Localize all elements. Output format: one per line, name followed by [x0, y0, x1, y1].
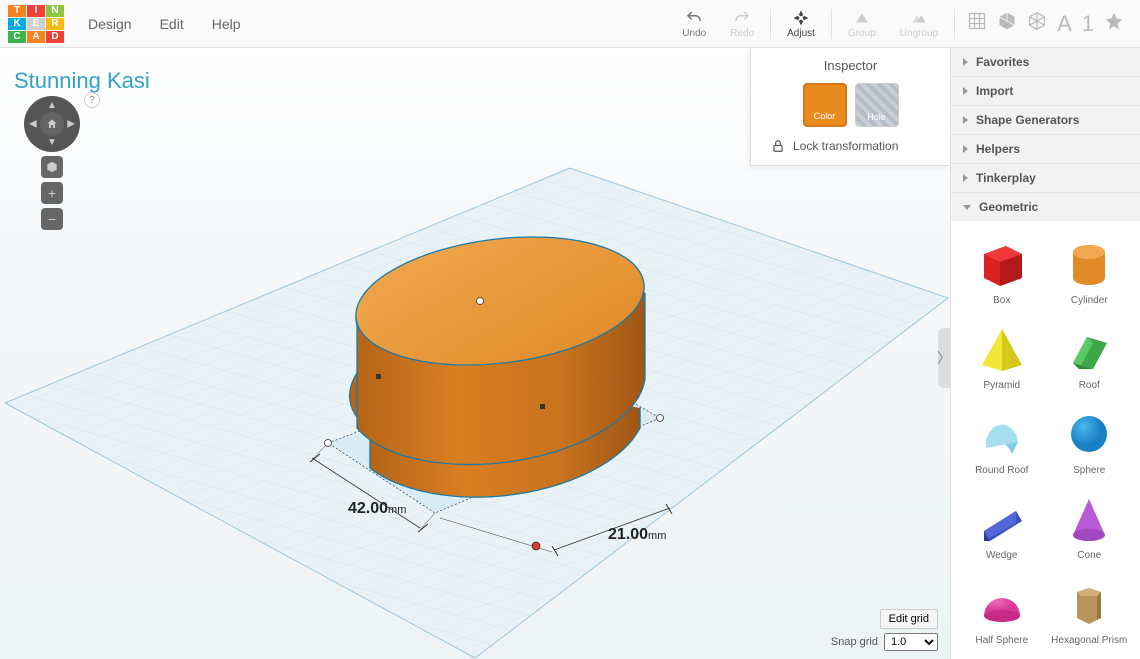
shape-half-sphere-label: Half Sphere [975, 635, 1028, 646]
shape-round-roof[interactable]: Round Roof [961, 401, 1043, 480]
shape-hex-prism-label: Hexagonal Prism [1051, 635, 1127, 646]
redo-icon [733, 8, 751, 28]
panel-favorites-label: Favorites [976, 55, 1029, 69]
dim-width-unit: mm [388, 504, 406, 516]
main-menu: Design Edit Help [74, 10, 255, 38]
shape-hexagonal-prism[interactable]: Hexagonal Prism [1049, 571, 1131, 650]
shape-box-label: Box [993, 295, 1010, 306]
panel-helpers-label: Helpers [976, 142, 1020, 156]
shape-sphere-label: Sphere [1073, 465, 1105, 476]
undo-button[interactable]: Undo [670, 4, 718, 43]
snap-grid-label: Snap grid [831, 636, 878, 648]
grid-controls: Edit grid Snap grid 1.0 [831, 609, 938, 651]
canvas[interactable]: Stunning Kasi ▲ ▼ ◀ ▶ ? + − [0, 48, 950, 659]
main-area: Stunning Kasi ▲ ▼ ◀ ▶ ? + − [0, 48, 1140, 659]
menu-edit[interactable]: Edit [146, 10, 198, 38]
shape-cone-label: Cone [1077, 550, 1101, 561]
redo-button[interactable]: Redo [718, 4, 766, 43]
logo[interactable]: T I N K E R C A D [8, 5, 64, 43]
panel-tinkerplay-label: Tinkerplay [976, 171, 1036, 185]
pyramid-icon [972, 320, 1032, 376]
dimension-depth[interactable]: 21.00mm [608, 526, 666, 544]
dim-depth-value: 21.00 [608, 526, 648, 543]
edit-grid-button[interactable]: Edit grid [880, 609, 938, 629]
lock-label: Lock transformation [793, 139, 898, 153]
round-roof-icon [972, 405, 1032, 461]
dim-depth-unit: mm [648, 530, 666, 542]
shape-roof[interactable]: Roof [1049, 316, 1131, 395]
sidebar-collapse-handle[interactable]: 〉 [938, 328, 950, 388]
star-icon[interactable] [1104, 11, 1124, 36]
group-button[interactable]: Group [836, 4, 888, 43]
roof-icon [1059, 320, 1119, 376]
redo-label: Redo [730, 28, 754, 39]
menubar: T I N K E R C A D Design Edit Help Undo … [0, 0, 1140, 48]
panel-geometric-label: Geometric [979, 200, 1038, 214]
shape-half-sphere[interactable]: Half Sphere [961, 571, 1043, 650]
wire-view-icon[interactable] [1027, 11, 1047, 36]
lock-transformation[interactable]: Lock transformation [763, 139, 938, 153]
menu-help[interactable]: Help [198, 10, 255, 38]
cylinder-icon [1059, 235, 1119, 291]
half-sphere-icon [972, 575, 1032, 631]
shape-sphere[interactable]: Sphere [1049, 401, 1131, 480]
ungroup-label: Ungroup [900, 28, 938, 39]
adjust-icon [792, 8, 810, 28]
color-swatch-label: Color [814, 111, 836, 121]
shape-wedge-label: Wedge [986, 550, 1018, 561]
shape-wedge[interactable]: Wedge [961, 486, 1043, 565]
color-swatch[interactable]: Color [803, 83, 847, 127]
undo-icon [685, 8, 703, 28]
ungroup-icon [910, 8, 928, 28]
undo-label: Undo [682, 28, 706, 39]
shape-roof-label: Roof [1079, 380, 1100, 391]
panel-import[interactable]: Import [951, 77, 1140, 105]
sphere-icon [1059, 405, 1119, 461]
shapes-sidebar: Favorites Import Shape Generators Helper… [950, 48, 1140, 659]
solid-view-icon[interactable] [997, 11, 1017, 36]
inspector-panel: Inspector Color Hole ? Lock transformati… [750, 48, 950, 166]
adjust-label: Adjust [787, 28, 815, 39]
wedge-icon [972, 490, 1032, 546]
cone-icon [1059, 490, 1119, 546]
panel-shape-generators[interactable]: Shape Generators [951, 106, 1140, 134]
shape-box[interactable]: Box [961, 231, 1043, 310]
hole-swatch[interactable]: Hole [855, 83, 899, 127]
panel-import-label: Import [976, 84, 1013, 98]
shape-pyramid-label: Pyramid [983, 380, 1020, 391]
inspector-title: Inspector [763, 58, 938, 73]
shape-cylinder-label: Cylinder [1071, 295, 1108, 306]
panel-helpers[interactable]: Helpers [951, 135, 1140, 163]
group-toolbar: Group Ungroup [836, 4, 950, 43]
panel-shape-generators-label: Shape Generators [976, 113, 1079, 127]
text-tool-button[interactable]: A [1057, 11, 1072, 37]
shape-cylinder[interactable]: Cylinder [1049, 231, 1131, 310]
shape-round-roof-label: Round Roof [975, 465, 1028, 476]
number-tool-button[interactable]: 1 [1082, 11, 1094, 37]
ungroup-button[interactable]: Ungroup [888, 4, 950, 43]
menu-design[interactable]: Design [74, 10, 146, 38]
panel-tinkerplay[interactable]: Tinkerplay [951, 164, 1140, 192]
box-icon [972, 235, 1032, 291]
history-toolbar: Undo Redo [670, 4, 766, 43]
adjust-button[interactable]: Adjust [775, 4, 827, 43]
shape-pyramid[interactable]: Pyramid [961, 316, 1043, 395]
group-label: Group [848, 28, 876, 39]
shape-cone[interactable]: Cone [1049, 486, 1131, 565]
snap-grid-select[interactable]: 1.0 [884, 633, 938, 651]
hex-prism-icon [1059, 575, 1119, 631]
workplane-icon[interactable] [967, 11, 987, 36]
hole-swatch-label: Hole [867, 112, 886, 122]
view-toolbar: A 1 [959, 11, 1132, 37]
panel-geometric[interactable]: Geometric [951, 193, 1140, 221]
geometric-shapes-grid: Box Cylinder Pyramid [951, 221, 1140, 659]
dim-width-value: 42.00 [348, 500, 388, 517]
lock-icon [771, 139, 785, 153]
adjust-toolbar: Adjust [775, 4, 827, 43]
group-icon [853, 8, 871, 28]
panel-favorites[interactable]: Favorites [951, 48, 1140, 76]
dimension-width[interactable]: 42.00mm [348, 500, 406, 518]
